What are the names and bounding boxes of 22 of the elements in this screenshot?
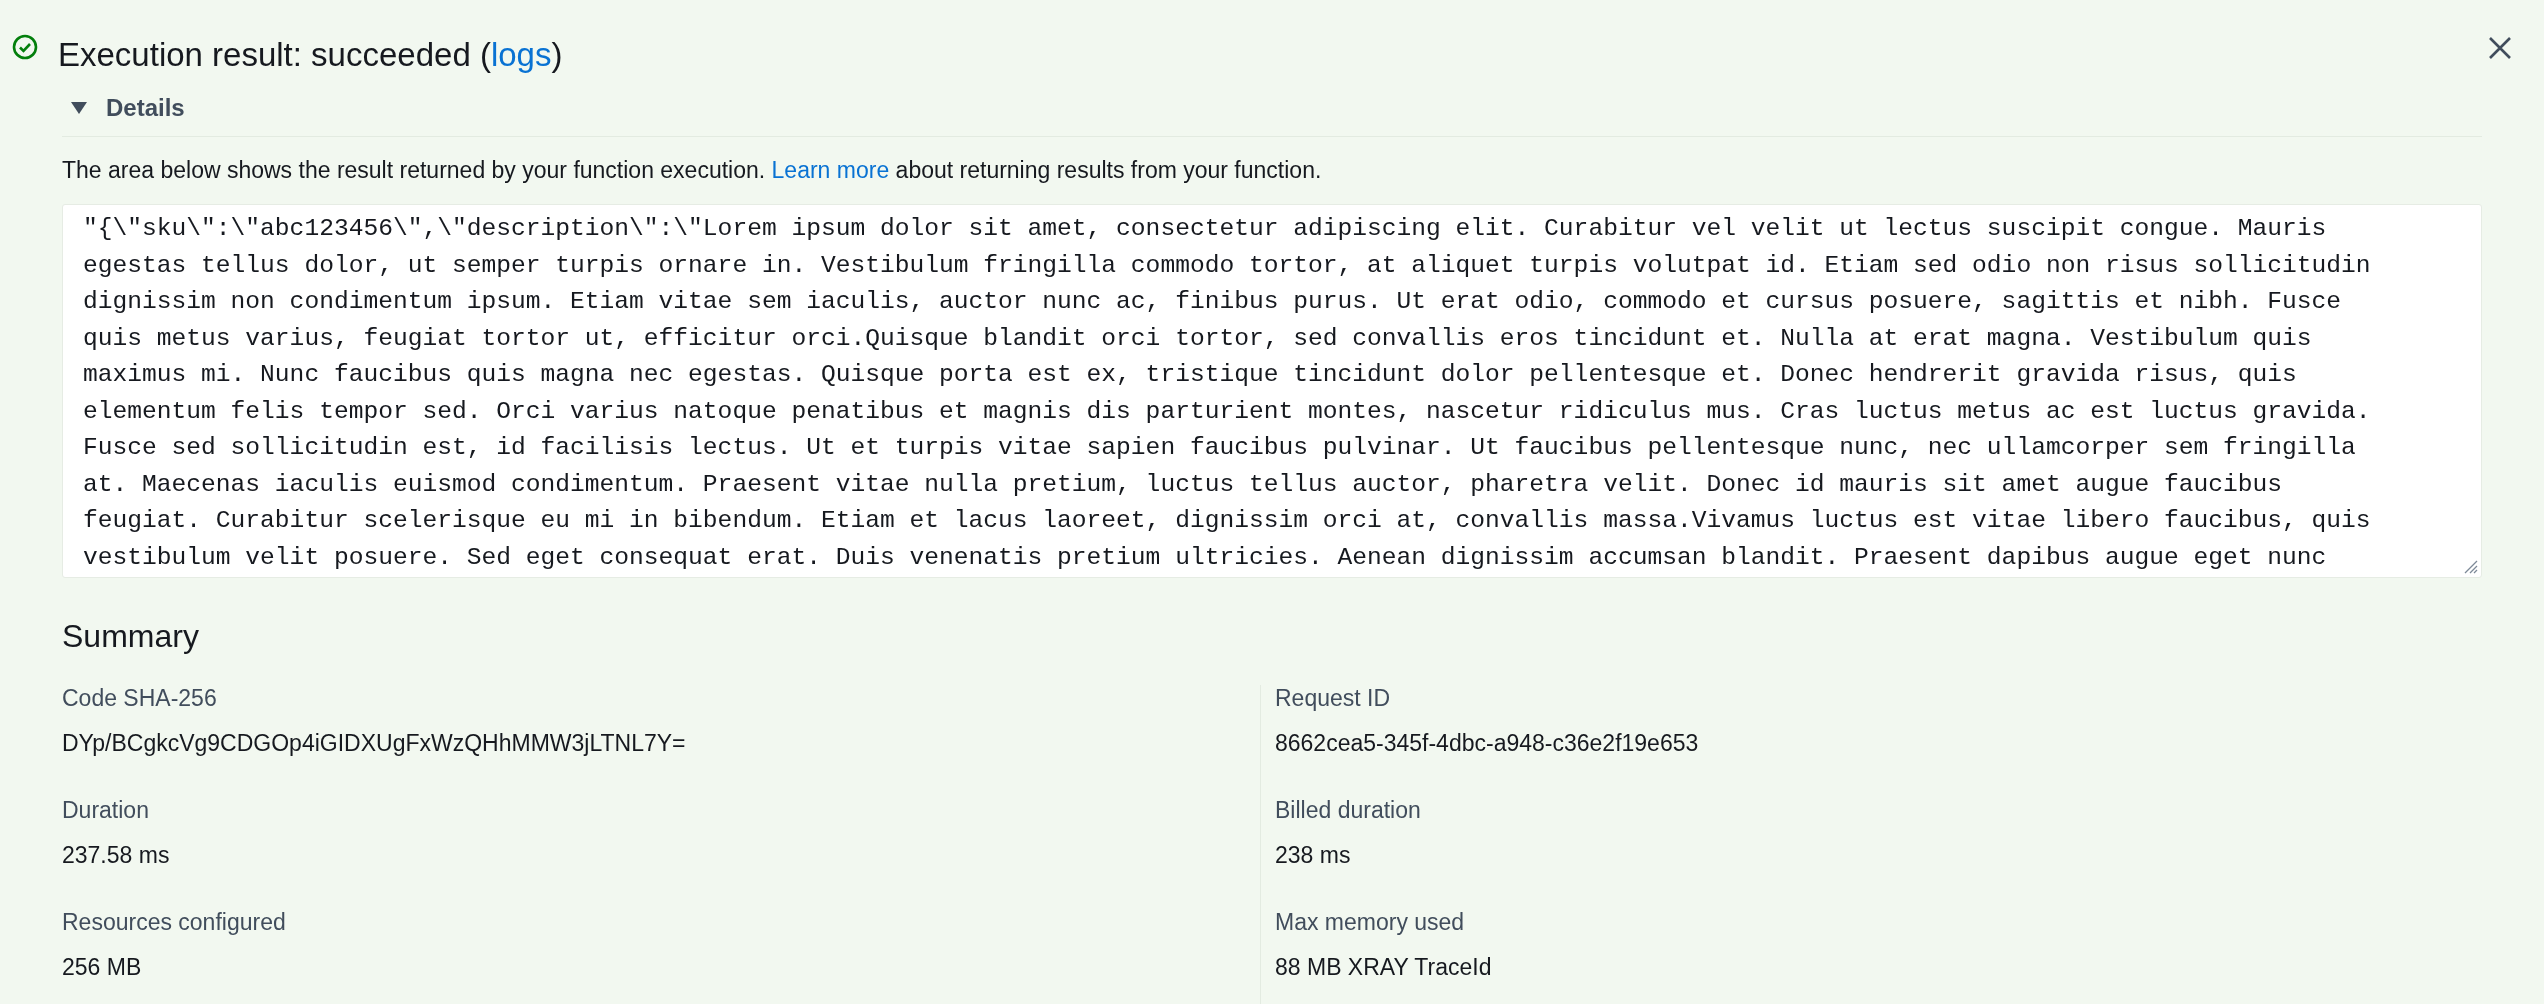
field-value: DYp/BCgkcVg9CDGOp4iGIDXUgFxWzQHhMMW3jLTNL7Y= [62, 730, 686, 757]
result-title: Execution result: succeeded (logs) [58, 35, 564, 74]
field-label: Request ID [1275, 685, 1391, 712]
success-icon [12, 34, 38, 60]
resize-grip-icon[interactable] [2464, 560, 2478, 574]
logs-link[interactable]: logs [490, 36, 552, 73]
field-label: Billed duration [1275, 797, 1421, 824]
caret-down-icon [70, 101, 88, 115]
learn-more-link[interactable]: Learn more [771, 157, 890, 183]
field-value: 8662cea5-345f-4dbc-a948-c36e2f19e653 [1275, 730, 1699, 757]
field-label: Code SHA-256 [62, 685, 217, 712]
field-label: Resources configured [62, 909, 286, 936]
details-description: The area below shows the result returned by your function execution. Learn more about returning results from your function. [62, 156, 1323, 185]
field-label: Max memory used [1275, 909, 1465, 936]
details-toggle[interactable]: Details [62, 74, 2482, 137]
field-value: 238 ms [1275, 842, 1351, 869]
field-label: Duration [62, 797, 149, 824]
field-value: 256 MB [62, 954, 142, 981]
field-value: 237.58 ms [62, 842, 170, 869]
result-text-area[interactable]: "{\"sku\":\"abc123456\",\"description\":\"Lorem ipsum dolor sit amet, consectetur adipiscing elit. Curabitur vel velit ut lectus suscipit congue. Mauris egestas tellus dolor, ut semper turpis ornare in. Vestibulum fringilla commodo tortor, at aliquet turpis volutpat id. Etiam sed odio non risus sollicitudin dignissim non condimentum ipsum. Etiam vitae sem iaculis, auctor nunc ac, finibus purus. Ut erat odio, commodo et cursus posuere, sagittis et nibh. Fusce quis metus varius, feugiat tortor ut, efficitur orci.Quisque blandit orci tortor, sed convallis eros tincidunt et. Nulla at erat magna. Vestibulum quis maximus mi. Nunc faucibus quis magna nec egestas. Quisque porta est ex, tristique tincidunt dolor pellentesque et. Donec hendrerit gravida risus, quis elementum felis tempor sed. Orci varius natoque penatibus et magnis dis parturient montes, nascetur ridiculus mus. Cras luctus metus ac est luctus gravida. Fusce sed sollicitudin est, id facilisis lectus. Ut et turpis vitae sapien faucibus pulvinar. Ut faucibus pellentesque nunc, nec ullamcorper sem fringilla at. Maecenas iaculis euismod condimentum. Praesent vitae nulla pretium, luctus tellus auctor, pharetra velit. Donec id mauris sit amet augue faucibus feugiat. Curabitur scelerisque eu mi in bibendum. Etiam et lacus laoreet, dignissim orci at, convallis massa.Vivamus luctus est vitae libero faucibus, quis vestibulum velit posuere. Sed eget consequat erat. Duis venenatis pretium ultricies. Aenean dignissim accumsan blandit. Praesent dapibus augue eget nunc [62, 204, 2482, 578]
summary-heading: Summary [62, 617, 200, 656]
field-value: 88 MB XRAY TraceId [1275, 954, 1492, 981]
